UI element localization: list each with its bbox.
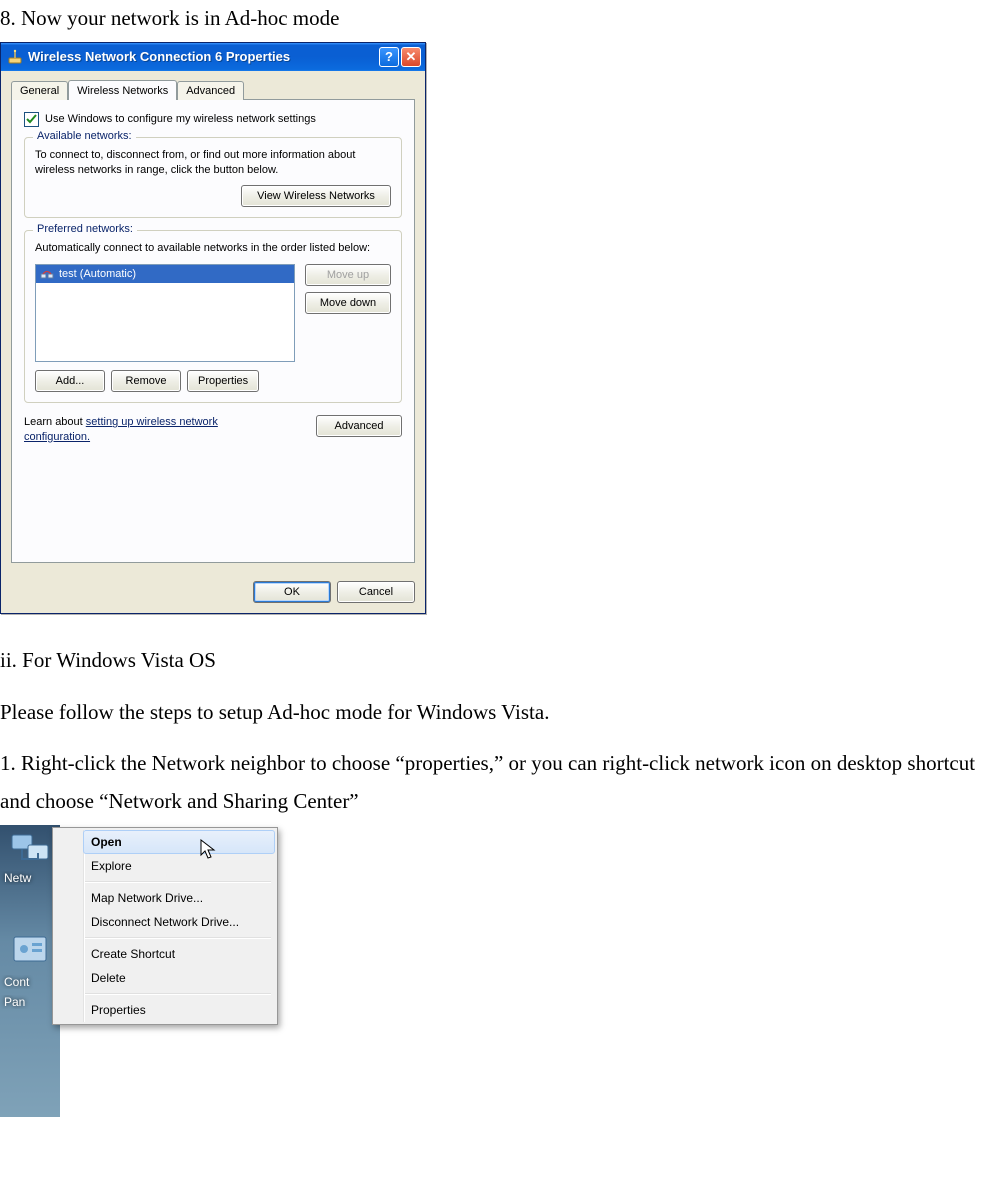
- properties-button[interactable]: Properties: [187, 370, 259, 392]
- menu-item[interactable]: Open: [83, 830, 275, 854]
- available-networks-text: To connect to, disconnect from, or find …: [35, 148, 391, 178]
- learn-text: Learn about setting up wireless network …: [24, 415, 274, 444]
- menu-item[interactable]: Create Shortcut: [83, 942, 275, 966]
- network-icon-label: Netw: [0, 871, 60, 885]
- tab-strip: General Wireless Networks Advanced: [11, 77, 415, 99]
- close-button[interactable]: ✕: [401, 47, 421, 67]
- advanced-button[interactable]: Advanced: [316, 415, 402, 437]
- preferred-networks-group: Preferred networks: Automatically connec…: [24, 230, 402, 403]
- move-down-button[interactable]: Move down: [305, 292, 391, 314]
- vista-intro: Please follow the steps to setup Ad-hoc …: [0, 694, 989, 732]
- control-panel-icon[interactable]: [6, 933, 54, 973]
- learn-prefix: Learn about: [24, 416, 86, 428]
- vista-screenshot: Netw Cont Pan OpenExplore Map Network Dri…: [0, 825, 290, 1117]
- titlebar[interactable]: Wireless Network Connection 6 Properties…: [1, 43, 425, 71]
- available-networks-group: Available networks: To connect to, disco…: [24, 137, 402, 219]
- preferred-networks-listbox[interactable]: test (Automatic): [35, 264, 295, 362]
- add-button[interactable]: Add...: [35, 370, 105, 392]
- menu-separator: [83, 993, 271, 995]
- tab-advanced[interactable]: Advanced: [177, 81, 244, 100]
- vista-desktop-strip: Netw Cont Pan: [0, 825, 60, 1117]
- context-menu: OpenExplore Map Network Drive...Disconnec…: [52, 827, 278, 1025]
- menu-item[interactable]: Properties: [83, 998, 275, 1022]
- tab-general[interactable]: General: [11, 81, 68, 100]
- list-item[interactable]: test (Automatic): [36, 265, 294, 283]
- tab-panel-wireless: Use Windows to configure my wireless net…: [11, 99, 415, 563]
- menu-item[interactable]: Map Network Drive...: [83, 886, 275, 910]
- menu-item[interactable]: Explore: [83, 854, 275, 878]
- menu-item[interactable]: Delete: [83, 966, 275, 990]
- list-item-label: test (Automatic): [59, 268, 136, 280]
- step-8-text: 8. Now your network is in Ad-hoc mode: [0, 0, 989, 38]
- title-text: Wireless Network Connection 6 Properties: [28, 49, 379, 64]
- control-panel-label-1: Cont: [0, 975, 60, 989]
- menu-item[interactable]: Disconnect Network Drive...: [83, 910, 275, 934]
- use-windows-checkbox[interactable]: [24, 112, 39, 127]
- adhoc-network-icon: [40, 267, 54, 281]
- vista-heading: ii. For Windows Vista OS: [0, 642, 989, 680]
- control-panel-label-2: Pan: [0, 995, 60, 1009]
- wireless-icon: [7, 49, 23, 65]
- menu-separator: [83, 937, 271, 939]
- check-icon: [26, 114, 37, 125]
- menu-separator: [83, 881, 271, 883]
- remove-button[interactable]: Remove: [111, 370, 181, 392]
- cancel-button[interactable]: Cancel: [337, 581, 415, 603]
- available-networks-title: Available networks:: [33, 130, 136, 142]
- network-icon[interactable]: [6, 829, 54, 869]
- tab-wireless-networks[interactable]: Wireless Networks: [68, 80, 177, 100]
- xp-properties-dialog: Wireless Network Connection 6 Properties…: [0, 42, 426, 614]
- use-windows-label: Use Windows to configure my wireless net…: [45, 113, 316, 125]
- move-up-button[interactable]: Move up: [305, 264, 391, 286]
- preferred-networks-text: Automatically connect to available netwo…: [35, 241, 391, 256]
- help-button[interactable]: ?: [379, 47, 399, 67]
- ok-button[interactable]: OK: [253, 581, 331, 603]
- dialog-footer: OK Cancel: [1, 573, 425, 613]
- preferred-networks-title: Preferred networks:: [33, 223, 137, 235]
- vista-step-1: 1. Right-click the Network neighbor to c…: [0, 745, 989, 821]
- view-wireless-networks-button[interactable]: View Wireless Networks: [241, 185, 391, 207]
